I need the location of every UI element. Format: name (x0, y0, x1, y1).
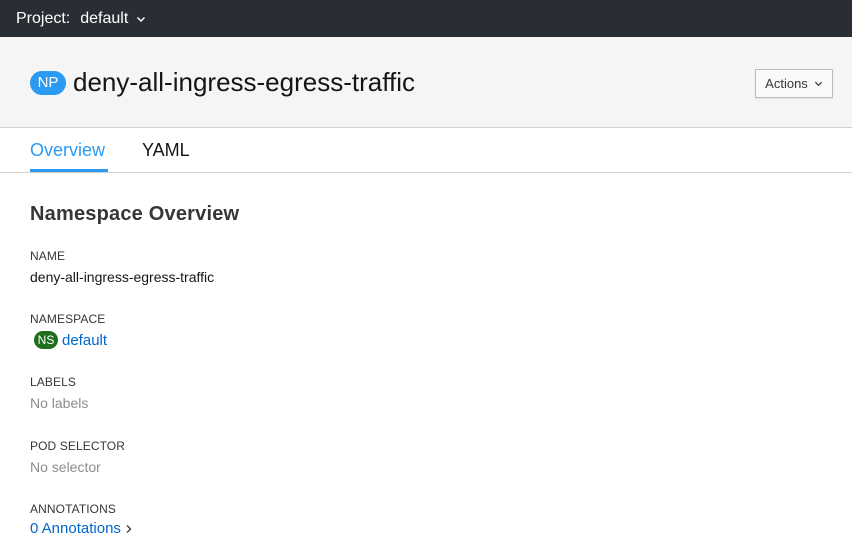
pod-selector-label: POD SELECTOR (30, 439, 126, 453)
active-tab-indicator (30, 169, 108, 172)
chevron-right-icon (125, 524, 133, 534)
annotations-label: ANNOTATIONS (30, 502, 116, 516)
pod-selector-value: No selector (30, 459, 101, 475)
annotations-link[interactable]: 0 Annotations (30, 520, 121, 537)
chevron-down-icon (136, 14, 146, 24)
tab-yaml[interactable]: YAML (142, 139, 190, 161)
namespace-link[interactable]: default (62, 332, 107, 349)
page-title: deny-all-ingress-egress-traffic (73, 67, 415, 97)
name-value: deny-all-ingress-egress-traffic (30, 269, 215, 285)
namespace-badge: NS (34, 331, 58, 349)
namespace-label: NAMESPACE (30, 312, 106, 326)
masthead-bar: Project: default (0, 0, 852, 37)
actions-button[interactable]: Actions (755, 69, 833, 98)
resource-kind-badge: NP (30, 71, 66, 95)
namespace-value: NS default (34, 331, 107, 349)
resource-header: NP deny-all-ingress-egress-traffic Actio… (0, 37, 852, 128)
labels-value: No labels (30, 395, 89, 411)
tab-overview[interactable]: Overview (30, 139, 105, 161)
project-dropdown[interactable]: Project: default (16, 10, 146, 28)
labels-label: LABELS (30, 375, 76, 389)
chevron-down-icon (814, 79, 823, 88)
tab-bar: Overview YAML (0, 128, 852, 173)
section-title: Namespace Overview (30, 203, 240, 225)
actions-label: Actions (765, 76, 808, 91)
name-label: NAME (30, 249, 66, 263)
annotations-row: 0 Annotations (30, 520, 133, 537)
project-value: default (80, 9, 129, 27)
project-label: Project: (16, 9, 71, 27)
